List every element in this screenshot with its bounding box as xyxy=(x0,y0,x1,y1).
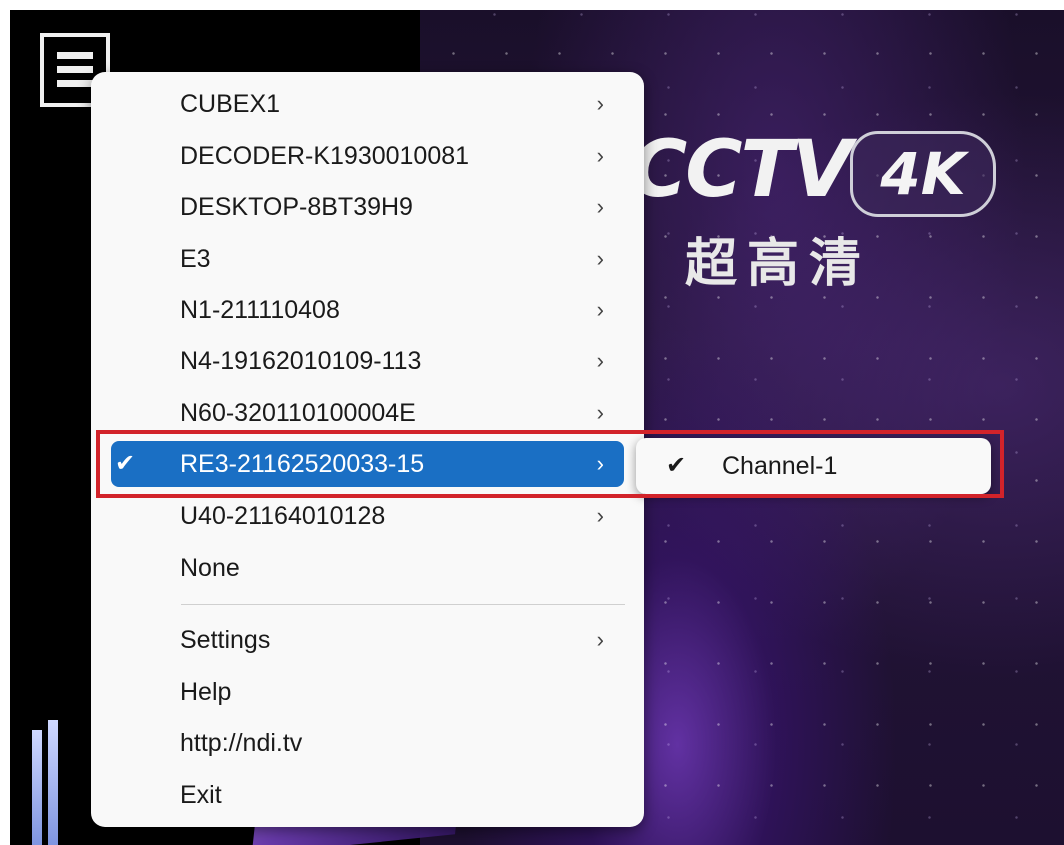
menu-item-u40-21164010128[interactable]: U40-21164010128 › xyxy=(111,493,624,539)
menu-item-label: E3 xyxy=(180,245,211,273)
menu-item-help[interactable]: Help xyxy=(111,669,624,715)
chevron-right-icon: › xyxy=(596,503,604,528)
menu-item-none[interactable]: None xyxy=(111,545,624,591)
logo-badge: 4K xyxy=(850,131,996,217)
menu-item-label: Settings xyxy=(180,626,271,654)
chevron-right-icon: › xyxy=(596,143,604,168)
menu-item-http-ndi-tv[interactable]: http://ndi.tv xyxy=(111,720,624,766)
highlight-annotation xyxy=(96,430,1004,498)
menu-item-n1-211110408[interactable]: N1-211110408 › xyxy=(111,287,624,333)
menu-item-exit[interactable]: Exit xyxy=(111,772,624,818)
audio-level-left xyxy=(32,730,42,845)
menu-item-cubex1[interactable]: CUBEX1 › xyxy=(111,81,624,127)
chevron-right-icon: › xyxy=(596,246,604,271)
chevron-right-icon: › xyxy=(596,91,604,116)
logo-subtitle: 超高清 xyxy=(685,234,872,294)
menu-item-label: http://ndi.tv xyxy=(180,729,303,757)
menu-item-label: U40-21164010128 xyxy=(180,502,386,530)
menu-separator xyxy=(181,604,625,605)
menu-item-label: None xyxy=(180,554,240,582)
menu-item-label: Exit xyxy=(180,781,222,809)
menu-item-n4-19162010109-113[interactable]: N4-19162010109-113 › xyxy=(111,338,624,384)
menu-item-label: DECODER-K1930010081 xyxy=(180,142,470,170)
logo-text: CCTV xyxy=(630,125,852,215)
menu-item-label: CUBEX1 xyxy=(180,90,281,118)
chevron-right-icon: › xyxy=(596,348,604,373)
chevron-right-icon: › xyxy=(596,194,604,219)
channel-logo: CCTV 4K 超高清 xyxy=(630,125,1010,294)
menu-item-settings[interactable]: Settings › xyxy=(111,617,624,663)
menu-item-desktop-8bt39h9[interactable]: DESKTOP-8BT39H9 › xyxy=(111,184,624,230)
menu-item-e3[interactable]: E3 › xyxy=(111,236,624,282)
chevron-right-icon: › xyxy=(596,297,604,322)
audio-level-right xyxy=(48,720,58,845)
menu-item-decoder-k1930010081[interactable]: DECODER-K1930010081 › xyxy=(111,133,624,179)
menu-item-label: N1-211110408 xyxy=(180,296,340,324)
menu-item-label: Help xyxy=(180,678,232,706)
hamburger-icon xyxy=(57,52,93,87)
menu-item-label: DESKTOP-8BT39H9 xyxy=(180,193,413,221)
chevron-right-icon: › xyxy=(596,627,604,652)
menu-item-label: N4-19162010109-113 xyxy=(180,347,422,375)
